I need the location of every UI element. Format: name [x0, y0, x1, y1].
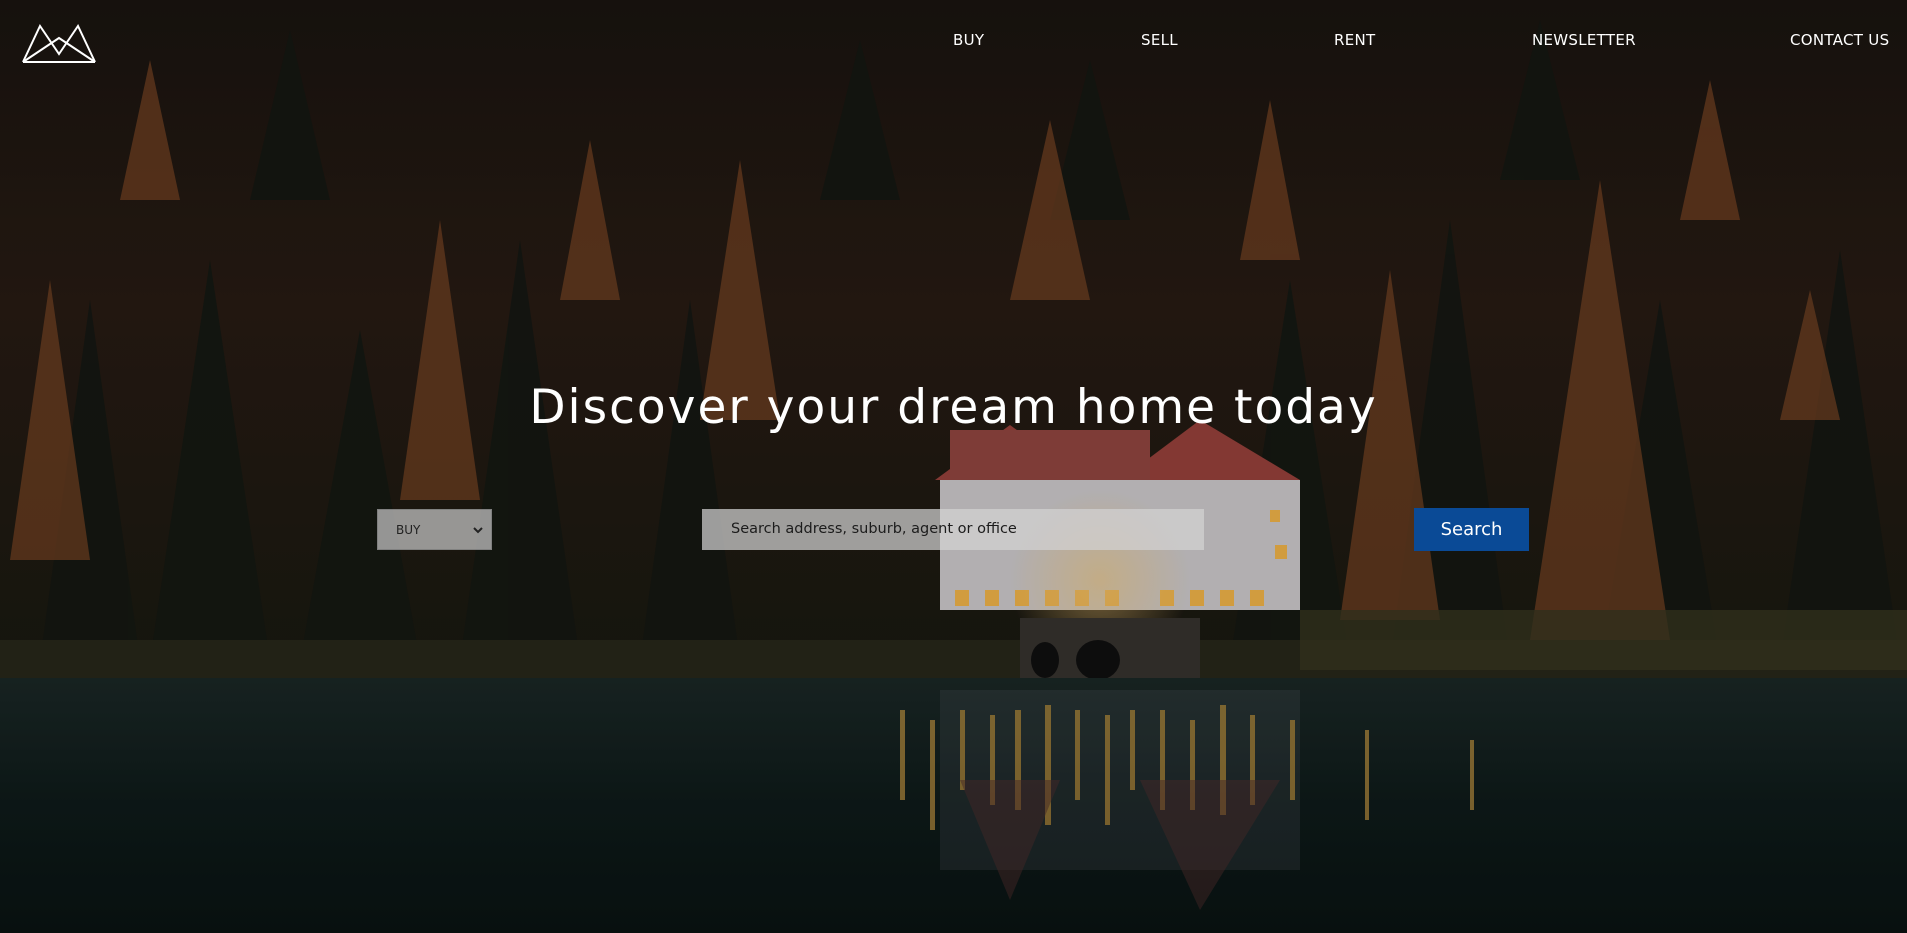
- chevron-down-icon: [473, 527, 483, 534]
- listing-type-select[interactable]: BUY: [377, 509, 492, 550]
- page: BUY SELL RENT NEWSLETTER CONTACT US Disc…: [0, 0, 1907, 933]
- nav-item-contact-us[interactable]: CONTACT US: [1790, 31, 1889, 49]
- search-bar: BUY Search address, suburb, agent or off…: [0, 508, 1907, 552]
- hero-headline: Discover your dream home today: [529, 380, 1378, 435]
- nav-item-rent[interactable]: RENT: [1334, 31, 1375, 49]
- search-button[interactable]: Search: [1414, 508, 1529, 551]
- hero-background-image: [0, 0, 1907, 933]
- nav-item-buy[interactable]: BUY: [953, 31, 984, 49]
- nav-item-newsletter[interactable]: NEWSLETTER: [1532, 31, 1636, 49]
- main-nav: BUY SELL RENT NEWSLETTER CONTACT US: [0, 31, 1907, 53]
- nav-item-sell[interactable]: SELL: [1141, 31, 1178, 49]
- search-input-placeholder: Search address, suburb, agent or office: [731, 521, 1017, 537]
- listing-type-selected-value: BUY: [396, 523, 421, 537]
- search-input[interactable]: Search address, suburb, agent or office: [702, 509, 1204, 550]
